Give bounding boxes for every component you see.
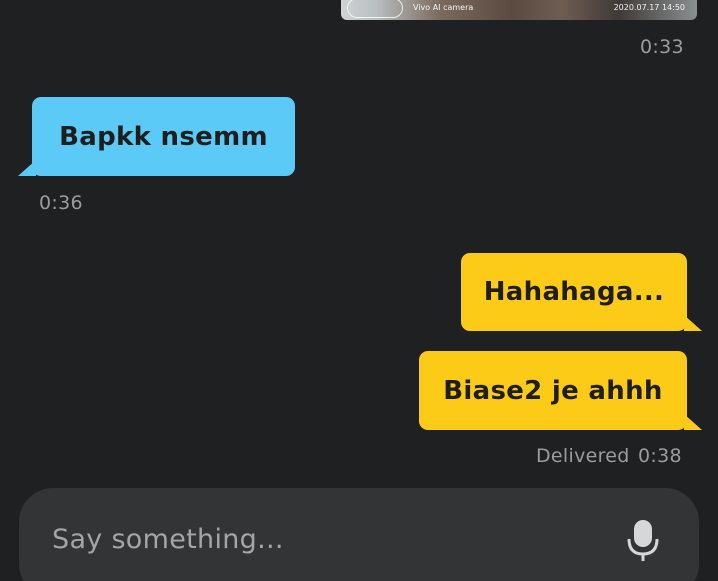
message-composer[interactable]: Say something...: [19, 488, 699, 581]
message-text: Hahahaga...: [483, 277, 665, 307]
message-timestamp: 0:33: [640, 36, 684, 58]
outgoing-message-bubble[interactable]: Biase2 je ahhh: [419, 351, 687, 430]
message-input[interactable]: Say something...: [52, 524, 284, 555]
delivery-status: Delivered: [536, 445, 630, 467]
message-text: Bapkk nsemm: [59, 121, 268, 152]
message-timestamp: 0:36: [39, 192, 83, 214]
outgoing-message-bubble[interactable]: Hahahaga...: [461, 253, 687, 331]
message-text: Biase2 je ahhh: [443, 375, 663, 406]
incoming-message-bubble[interactable]: Bapkk nsemm: [32, 97, 295, 176]
sent-photo-attachment[interactable]: Vivo AI camera 2020.07.17 14:50: [341, 0, 697, 20]
microphone-icon[interactable]: [626, 518, 660, 564]
camera-watermark-logo: [347, 0, 403, 18]
bubble-tail: [684, 315, 702, 331]
photo-watermark-timestamp: 2020.07.17 14:50: [613, 3, 685, 12]
message-timestamp: 0:38: [638, 445, 682, 467]
photo-watermark-camera: Vivo AI camera: [413, 3, 474, 12]
chat-screen: Vivo AI camera 2020.07.17 14:50 0:33 Bap…: [0, 0, 718, 581]
bubble-tail: [684, 414, 702, 430]
